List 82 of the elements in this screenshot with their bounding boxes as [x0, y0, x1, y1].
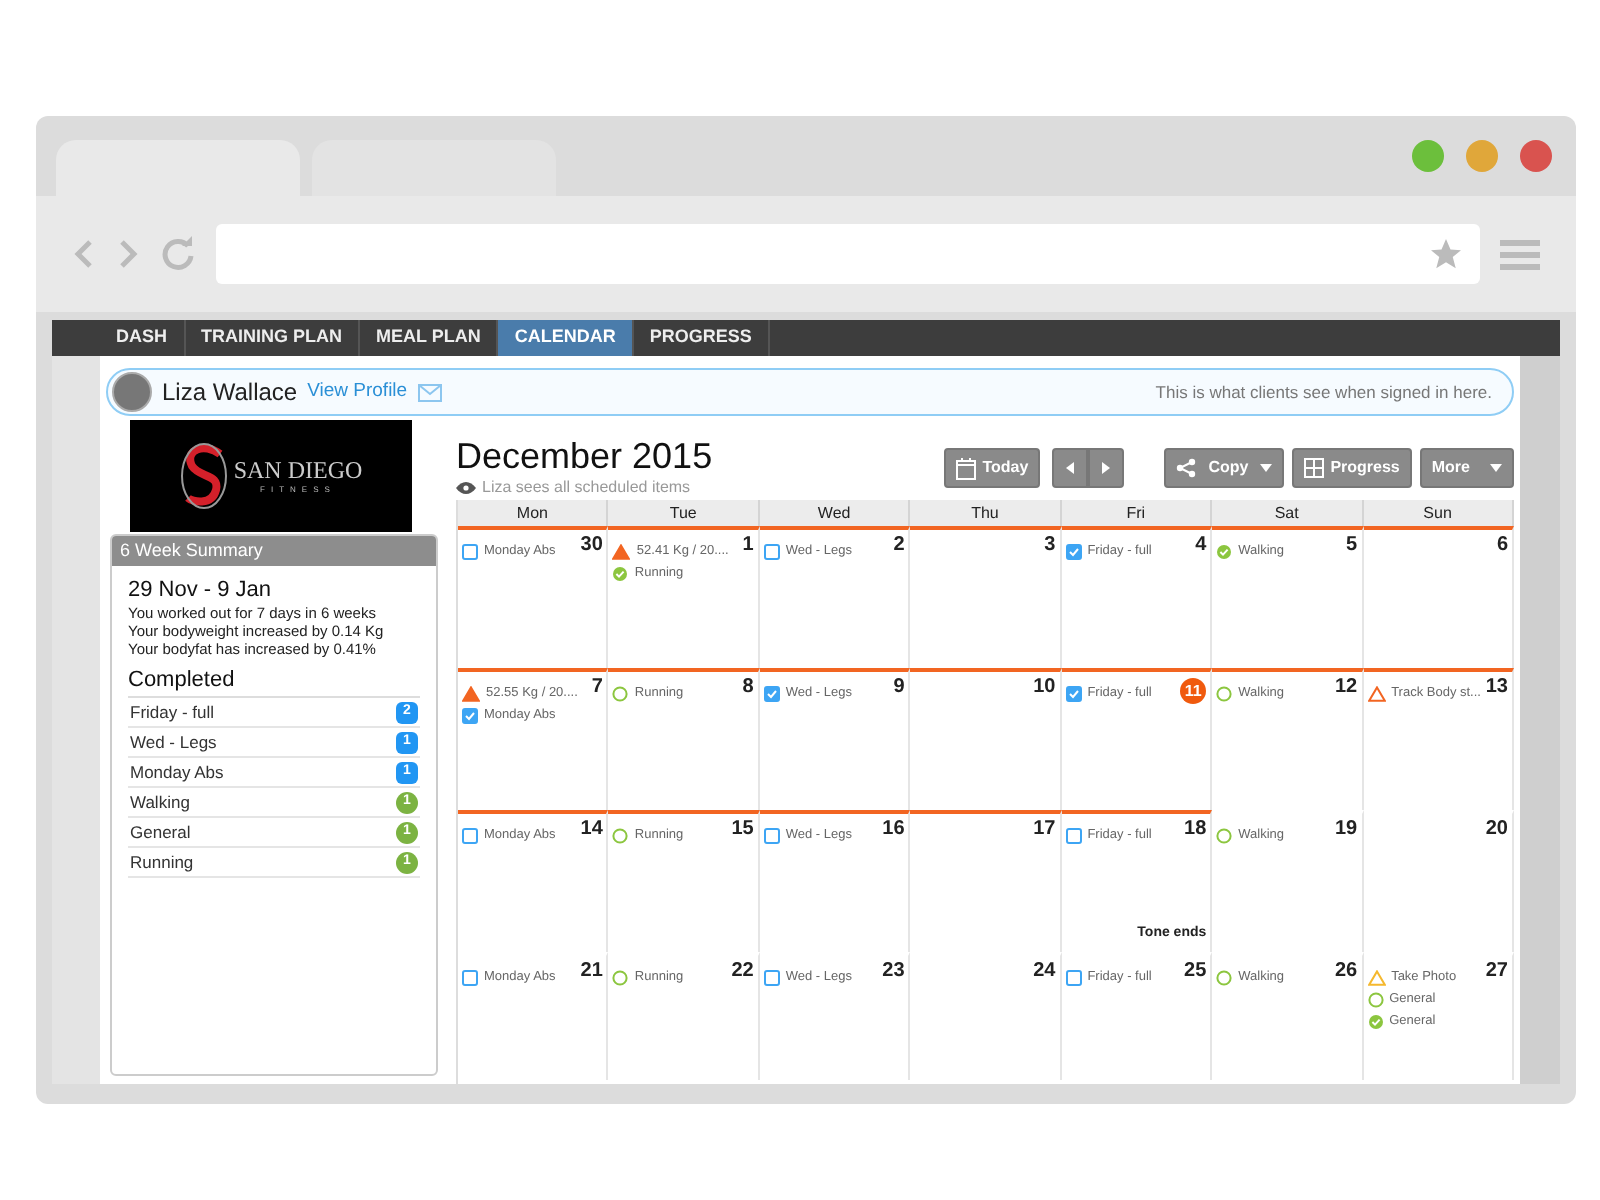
progress-button[interactable]: Progress — [1292, 448, 1412, 488]
today-button[interactable]: Today — [944, 448, 1041, 488]
previous-button[interactable] — [1052, 448, 1089, 488]
caret-down-icon — [1490, 464, 1502, 472]
logo-mark-icon — [179, 442, 228, 510]
menu-icon[interactable] — [1500, 238, 1540, 270]
day-number: 3 — [1044, 534, 1056, 558]
weekday-header: Wed — [759, 500, 911, 526]
workout-name: General — [130, 819, 193, 845]
weekday-header: Mon — [458, 500, 609, 526]
day-number: 18 — [1184, 818, 1207, 842]
nav-tab[interactable]: CALENDAR — [498, 320, 634, 356]
day-number: 23 — [882, 960, 905, 984]
day-number: 20 — [1485, 818, 1508, 842]
day-number: 8 — [742, 676, 754, 700]
view-profile-link[interactable]: View Profile — [307, 377, 408, 407]
day-number: 9 — [893, 676, 905, 700]
star-icon[interactable] — [1428, 236, 1464, 272]
weekday-header: Sun — [1363, 500, 1514, 526]
summary-header: 6 Week Summary — [112, 536, 436, 566]
day-number: 22 — [731, 960, 754, 984]
workout-name: Running — [130, 849, 196, 875]
day-number: 6 — [1496, 534, 1508, 558]
day-number: 17 — [1033, 818, 1056, 842]
day-number: 25 — [1184, 960, 1207, 984]
visibility-note: Liza sees all scheduled items — [482, 476, 691, 500]
weekday-header: Sat — [1212, 500, 1364, 526]
day-number: 7 — [591, 676, 603, 700]
day-number: 19 — [1334, 818, 1358, 842]
weekday-header: Tue — [608, 500, 760, 526]
caret-right-icon — [1102, 462, 1111, 474]
day-number: 16 — [882, 818, 905, 842]
logo-name: SAN DIEGO — [233, 457, 363, 483]
day-number: 11 — [1180, 678, 1207, 704]
envelope-icon[interactable] — [417, 383, 442, 401]
day-number: 5 — [1346, 534, 1358, 558]
share-icon — [1176, 458, 1197, 478]
workout-name: Walking — [130, 789, 192, 815]
caret-left-icon — [1066, 462, 1075, 474]
day-cell[interactable]: 20 — [1363, 810, 1514, 952]
day-number: 13 — [1485, 676, 1508, 700]
day-cell[interactable]: 10 — [910, 668, 1062, 810]
day-cell[interactable]: 17 — [910, 810, 1062, 952]
weekday-header: Fri — [1061, 500, 1213, 526]
back-icon[interactable] — [72, 238, 96, 270]
day-number: 26 — [1334, 960, 1358, 984]
day-number: 24 — [1033, 960, 1056, 984]
caret-down-icon — [1260, 464, 1273, 472]
client-view-note: This is what clients see when signed in here. — [1155, 379, 1492, 405]
day-cell[interactable]: 6 — [1363, 526, 1514, 668]
weekday-header: Thu — [910, 500, 1062, 526]
day-number: 15 — [731, 818, 754, 842]
workout-name: Wed - Legs — [130, 729, 219, 755]
completed-heading: Completed — [128, 666, 420, 698]
day-number: 21 — [580, 960, 603, 984]
copy-button[interactable]: Copy — [1164, 448, 1285, 488]
day-number: 4 — [1195, 534, 1207, 558]
day-number: 10 — [1033, 676, 1056, 700]
address-bar[interactable] — [216, 224, 1480, 284]
client-name: Liza Wallace — [162, 376, 298, 410]
calendar-icon — [956, 457, 977, 479]
workout-name: Friday - full — [130, 699, 217, 725]
avatar — [112, 372, 152, 412]
reload-icon[interactable] — [160, 236, 196, 272]
day-number: 1 — [742, 534, 754, 558]
eye-icon — [456, 482, 476, 494]
day-number: 27 — [1485, 960, 1508, 984]
month-title: December 2015 — [456, 436, 713, 476]
day-number: 12 — [1334, 676, 1358, 700]
date-range: 29 Nov - 9 Jan — [128, 578, 274, 604]
more-label: More — [1431, 456, 1470, 480]
workout-name: Monday Abs — [130, 759, 226, 785]
day-number: 2 — [893, 534, 905, 558]
grid-icon — [1304, 458, 1325, 478]
day-number: 30 — [580, 534, 603, 558]
day-cell[interactable]: 24 — [910, 952, 1062, 1080]
forward-icon[interactable] — [116, 238, 140, 270]
next-button[interactable] — [1088, 448, 1125, 488]
day-number: 14 — [580, 818, 603, 842]
more-button[interactable]: More — [1419, 448, 1514, 488]
copy-label: Copy — [1208, 456, 1249, 480]
day-cell[interactable]: 3 — [910, 526, 1062, 668]
